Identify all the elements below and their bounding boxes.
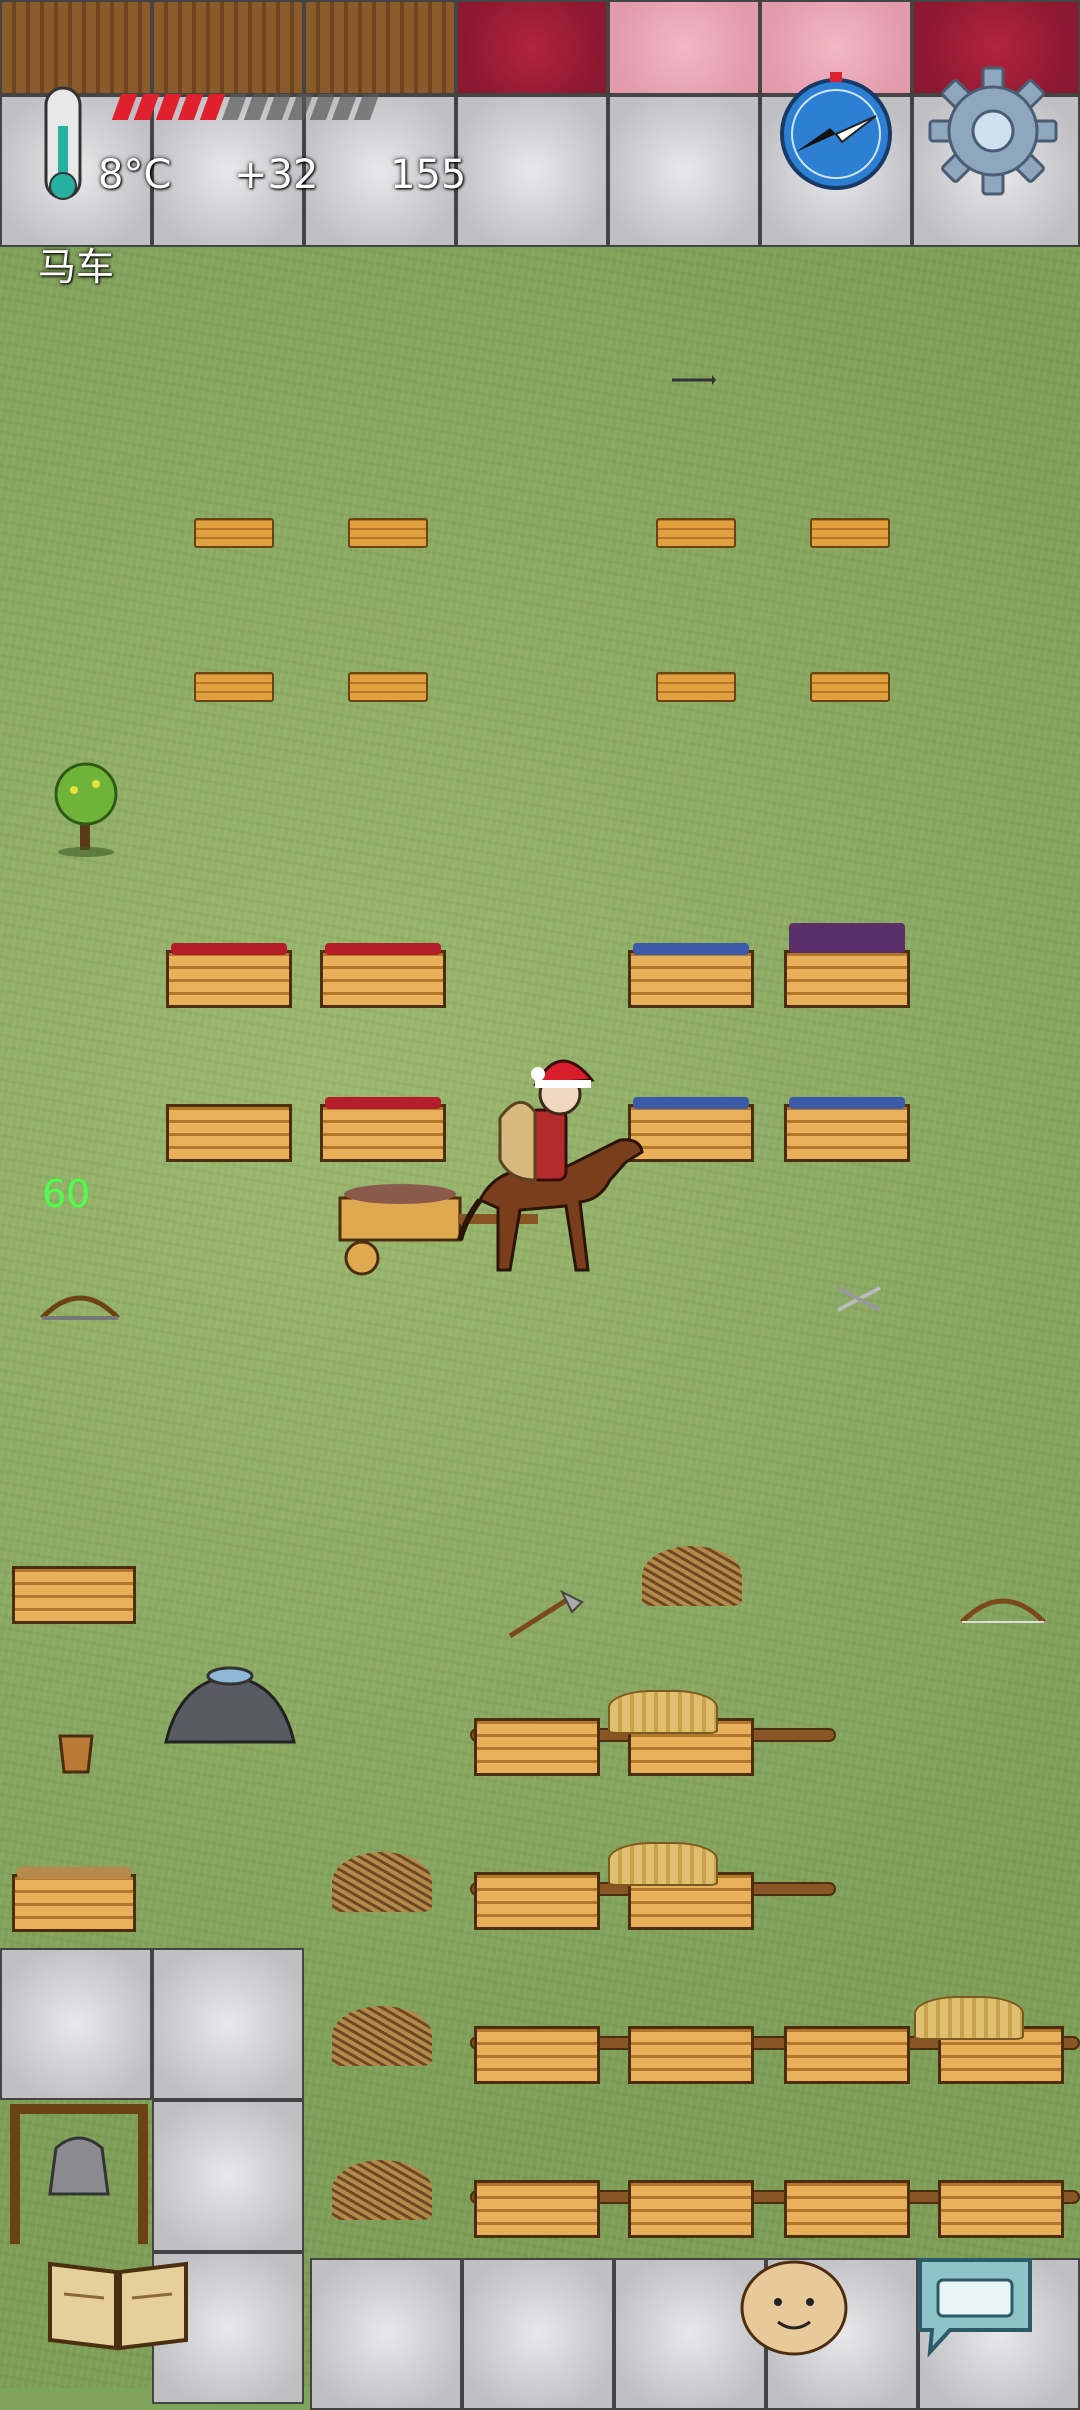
trough-crate[interactable] (938, 2180, 1064, 2238)
wood-plank[interactable] (194, 518, 274, 548)
bucket-icon[interactable] (56, 1732, 96, 1780)
trough-crate[interactable] (474, 1718, 600, 1776)
wood-plank[interactable] (656, 518, 736, 548)
bow-saw-icon[interactable] (38, 1282, 122, 1328)
straw-pile[interactable] (332, 1852, 432, 1912)
trough-crate[interactable] (784, 2026, 910, 2084)
compass-icon[interactable] (776, 72, 896, 196)
stone-well[interactable] (160, 1652, 300, 1756)
wood-plank[interactable] (348, 672, 428, 702)
location-label: 马车 (38, 245, 115, 289)
wood-plank[interactable] (194, 672, 274, 702)
blueberry-crate[interactable] (628, 943, 754, 1008)
straw-pile[interactable] (332, 2006, 432, 2066)
floating-status-number: 60 (42, 1172, 91, 1216)
arrow-icon[interactable] (672, 372, 716, 391)
bell-icon[interactable] (4, 2098, 154, 2252)
wheat-sheaf[interactable] (608, 1690, 718, 1734)
bread-crate[interactable] (12, 1867, 136, 1932)
player-horse-cart[interactable] (330, 1030, 660, 1284)
sapling-tree[interactable] (46, 760, 126, 864)
wood-plank[interactable] (810, 518, 890, 548)
score-delta: +32 (234, 152, 319, 198)
wood-plank[interactable] (810, 672, 890, 702)
berry-crate[interactable] (320, 943, 446, 1008)
item-count: 155 (390, 152, 467, 198)
health-bar (108, 92, 498, 124)
book-icon[interactable] (44, 2254, 192, 2358)
temperature-readout: 8°C (98, 152, 172, 198)
trough-crate[interactable] (628, 2180, 754, 2238)
straw-pile[interactable] (642, 1546, 742, 1606)
straw-pile[interactable] (332, 2160, 432, 2220)
gear-icon[interactable] (928, 66, 1058, 200)
blueberry-crate[interactable] (784, 1097, 910, 1162)
top-building-row (0, 0, 1080, 95)
shears-icon[interactable] (834, 1284, 884, 1318)
bow-icon[interactable] (958, 1588, 1048, 1632)
berry-crate[interactable] (166, 943, 292, 1008)
empty-crate[interactable] (12, 1566, 136, 1624)
trough-crate[interactable] (474, 1872, 600, 1930)
wheat-sheaf[interactable] (608, 1842, 718, 1886)
trough-crate[interactable] (474, 2180, 600, 2238)
wood-plank[interactable] (656, 672, 736, 702)
empty-crate[interactable] (166, 1104, 292, 1162)
face-icon[interactable] (738, 2258, 850, 2362)
trough-crate[interactable] (474, 2026, 600, 2084)
lavender-crate[interactable] (784, 923, 910, 1008)
thermometer-icon (40, 86, 86, 216)
wood-plank[interactable] (348, 518, 428, 548)
trough-crate[interactable] (784, 2180, 910, 2238)
trough-crate[interactable] (628, 2026, 754, 2084)
wheat-sheaf[interactable] (914, 1996, 1024, 2040)
axe-icon[interactable] (506, 1589, 586, 1644)
keyboard-icon[interactable] (910, 2250, 1040, 2364)
